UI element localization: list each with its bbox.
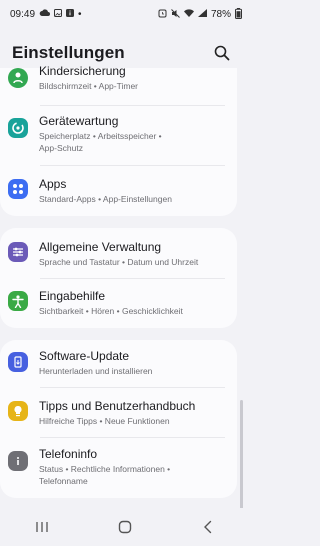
setting-item-geraetewartung[interactable]: Gerätewartung Speicherplatz • Arbeitsspe… [0, 114, 237, 162]
setting-subtitle: Sichtbarkeit • Hören • Geschicklichkeit [39, 306, 183, 316]
setting-title: Telefoninfo [39, 447, 98, 461]
wifi-icon [183, 9, 194, 19]
recents-button[interactable] [27, 512, 57, 542]
info-badge-icon [66, 9, 75, 19]
back-button[interactable] [193, 512, 223, 542]
setting-title: Allgemeine Verwaltung [39, 240, 162, 254]
battery-icon [235, 7, 242, 21]
divider [40, 278, 225, 279]
home-icon [118, 520, 132, 534]
setting-item-kindersicherung[interactable]: Kindersicherung Bildschirmzeit • App-Tim… [0, 64, 237, 94]
setting-title: Gerätewartung [39, 114, 119, 128]
search-button[interactable] [212, 43, 232, 63]
alarm-icon [158, 9, 167, 20]
setting-item-telefoninfo[interactable]: Telefoninfo Status • Rechtliche Informat… [0, 447, 237, 493]
setting-item-software-update[interactable]: Software-Update Herunterladen und instal… [0, 349, 237, 383]
setting-subtitle: Standard-Apps • App-Einstellungen [39, 194, 172, 204]
accessibility-icon [8, 291, 28, 311]
setting-title: Software-Update [39, 349, 130, 363]
setting-item-apps[interactable]: Apps Standard-Apps • App-Einstellungen [0, 177, 237, 211]
setting-item-allgemeine-verwaltung[interactable]: Allgemeine Verwaltung Sprache und Tastat… [0, 240, 237, 274]
clock: 09:49 [10, 8, 36, 20]
setting-subtitle: Hilfreiche Tipps • Neue Funktionen [39, 416, 170, 426]
setting-subtitle: Sprache und Tastatur • Datum und Uhrzeit [39, 257, 199, 267]
scrollbar[interactable] [240, 400, 243, 510]
signal-icon [197, 9, 207, 19]
setting-subtitle: Bildschirmzeit • App-Timer [39, 81, 139, 91]
notification-dot: • [78, 8, 82, 20]
setting-title: Apps [39, 177, 67, 191]
setting-item-tipps[interactable]: Tipps und Benutzerhandbuch Hilfreiche Ti… [0, 399, 237, 433]
back-icon [204, 520, 212, 534]
battery-percent: 78% [210, 8, 231, 20]
child-icon [8, 68, 28, 88]
divider [40, 165, 225, 166]
setting-subtitle: Herunterladen und installieren [39, 366, 153, 376]
settings-group-3: Software-Update Herunterladen und instal… [0, 340, 237, 498]
update-icon [8, 352, 28, 372]
divider [40, 437, 225, 438]
setting-subtitle-cont: Telefonname [39, 476, 88, 486]
cloud-icon [39, 9, 51, 19]
setting-title: Tipps und Benutzerhandbuch [39, 399, 196, 413]
home-button[interactable] [110, 512, 140, 542]
divider [40, 387, 225, 388]
search-icon [214, 45, 230, 61]
apps-icon [8, 179, 28, 199]
mute-icon [171, 8, 180, 20]
page-title: Einstellungen [12, 43, 125, 62]
setting-title: Eingabehilfe [39, 289, 106, 303]
settings-group-1: Kindersicherung Bildschirmzeit • App-Tim… [0, 64, 237, 216]
settings-group-2: Allgemeine Verwaltung Sprache und Tastat… [0, 228, 237, 328]
maintenance-icon [8, 118, 28, 138]
setting-subtitle: Status • Rechtliche Informationen • [39, 464, 171, 474]
divider [40, 105, 225, 106]
sliders-icon [8, 242, 28, 262]
setting-subtitle: Speicherplatz • Arbeitsspeicher • [39, 131, 162, 141]
photo-icon [54, 9, 63, 19]
setting-subtitle-cont: App-Schutz [39, 143, 83, 153]
setting-item-eingabehilfe[interactable]: Eingabehilfe Sichtbarkeit • Hören • Gesc… [0, 289, 237, 323]
tips-icon [8, 401, 28, 421]
setting-title: Kindersicherung [39, 64, 126, 78]
navigation-bar [0, 508, 250, 546]
info-icon [8, 451, 28, 471]
recents-icon [36, 522, 48, 532]
status-bar: 09:49 • 78% [0, 0, 250, 28]
